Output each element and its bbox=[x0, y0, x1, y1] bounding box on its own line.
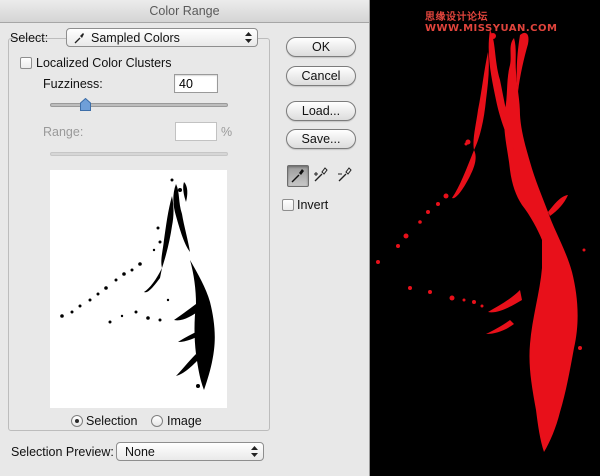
select-value: Sampled Colors bbox=[91, 31, 180, 45]
selection-preview-image[interactable] bbox=[50, 170, 227, 408]
eyedropper-icon bbox=[291, 169, 304, 183]
range-slider-track bbox=[50, 152, 228, 156]
range-label: Range: bbox=[43, 125, 84, 139]
radio-selection-label: Selection bbox=[86, 414, 138, 428]
localized-clusters-checkbox[interactable] bbox=[20, 57, 32, 69]
subtract-from-sample-tool[interactable] bbox=[335, 165, 357, 187]
fuzziness-field[interactable] bbox=[174, 74, 218, 93]
document-canvas bbox=[370, 0, 600, 476]
watermark-text: 思缘设计论坛 WWW.MISSYUAN.COM bbox=[425, 12, 558, 34]
select-label: Select: bbox=[10, 31, 49, 45]
eyedropper-icon bbox=[74, 33, 84, 44]
radio-image-label: Image bbox=[167, 414, 202, 428]
range-field bbox=[175, 122, 217, 141]
selection-preview-value: None bbox=[125, 445, 155, 459]
localized-clusters-label: Localized Color Clusters bbox=[36, 56, 172, 70]
eyedropper-minus-icon bbox=[338, 167, 352, 182]
paint-splash-image bbox=[376, 30, 586, 452]
add-to-sample-tool[interactable] bbox=[311, 165, 333, 187]
color-range-dialog: Color Range Select: Sampled Colors Local… bbox=[0, 0, 370, 476]
eyedropper-tool[interactable] bbox=[287, 165, 309, 187]
radio-selection[interactable] bbox=[71, 415, 83, 427]
popup-arrows-icon bbox=[251, 446, 258, 457]
save-button[interactable]: Save... bbox=[286, 129, 356, 149]
invert-checkbox[interactable] bbox=[282, 199, 294, 211]
window-title: Color Range bbox=[149, 4, 220, 18]
fuzziness-label: Fuzziness: bbox=[43, 77, 103, 91]
load-button[interactable]: Load... bbox=[286, 101, 356, 121]
fuzziness-slider-thumb[interactable] bbox=[80, 98, 92, 111]
radio-image[interactable] bbox=[151, 415, 163, 427]
ok-button[interactable]: OK bbox=[286, 37, 356, 57]
title-bar[interactable]: Color Range bbox=[0, 0, 369, 23]
range-unit: % bbox=[221, 125, 233, 139]
eyedropper-plus-icon bbox=[314, 167, 328, 182]
invert-label: Invert bbox=[297, 198, 329, 212]
selection-preview-label: Selection Preview: bbox=[11, 445, 114, 459]
popup-arrows-icon bbox=[245, 32, 252, 43]
radio-selection-dot bbox=[75, 419, 79, 423]
fuzziness-slider-track[interactable] bbox=[50, 103, 228, 107]
selection-preview-popup[interactable]: None bbox=[116, 442, 264, 461]
cancel-button[interactable]: Cancel bbox=[286, 66, 356, 86]
mask-preview-graphic bbox=[60, 178, 215, 390]
select-popup[interactable]: Sampled Colors bbox=[66, 28, 258, 47]
